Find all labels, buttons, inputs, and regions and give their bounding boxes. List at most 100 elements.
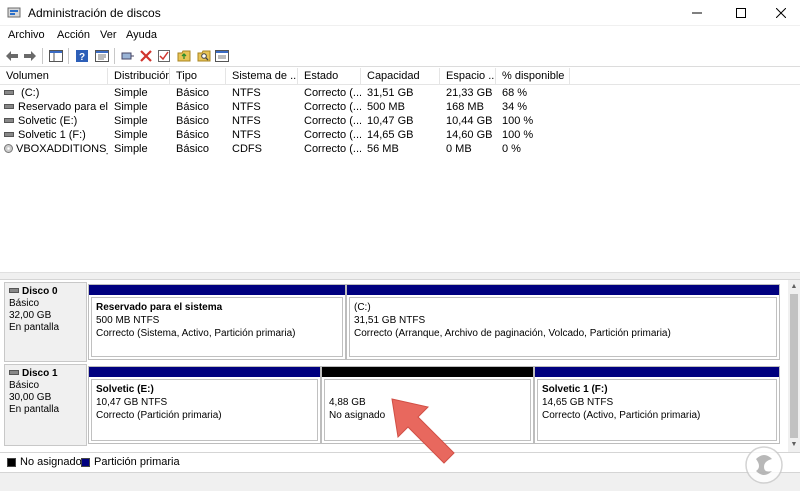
column-capacidad[interactable]: Capacidad <box>361 68 440 85</box>
partition-type-bar <box>347 285 779 295</box>
column-sistema-archivos[interactable]: Sistema de ... <box>226 68 298 85</box>
cd-drive-icon <box>4 144 13 153</box>
title-bar: Administración de discos <box>0 0 800 26</box>
disk-icon <box>9 288 19 293</box>
maximize-icon <box>736 8 746 18</box>
graph-scrollbar[interactable]: ▲ ▼ <box>788 280 800 452</box>
volume-type: Básico <box>176 129 210 141</box>
partition-status: Correcto (Partición primaria) <box>96 410 222 421</box>
disk-icon <box>9 370 19 375</box>
maximize-button[interactable] <box>724 0 758 26</box>
menu-ver[interactable]: Ver <box>100 29 117 41</box>
volume-layout: Simple <box>114 115 148 127</box>
partition-size: 500 MB NTFS <box>96 315 160 326</box>
volume-pct-free: 100 % <box>502 115 534 127</box>
help-button[interactable]: ? <box>74 48 90 64</box>
watermark-logo-icon <box>745 446 783 484</box>
column-volumen[interactable]: Volumen <box>0 68 108 85</box>
svg-text:?: ? <box>79 52 85 63</box>
console-tree-button[interactable] <box>48 48 64 64</box>
partition-e[interactable]: Solvetic (E:) 10,47 GB NTFS Correcto (Pa… <box>88 366 321 444</box>
column-distribucion[interactable]: Distribución <box>108 68 170 85</box>
volume-name: (C:) <box>18 87 40 99</box>
disk-type: Básico <box>9 298 40 309</box>
partition-c[interactable]: (C:) 31,51 GB NTFS Correcto (Arranque, A… <box>346 284 780 360</box>
properties-button[interactable] <box>94 48 110 64</box>
disk-name: Disco 0 <box>22 286 58 297</box>
volume-name: Solvetic 1 (F:) <box>18 129 86 141</box>
volume-type: Básico <box>176 115 210 127</box>
pane-splitter[interactable] <box>0 272 800 280</box>
back-icon <box>6 51 18 61</box>
folder-up-button[interactable] <box>176 48 192 64</box>
legend-swatch-primary <box>81 458 90 467</box>
close-icon <box>776 8 786 18</box>
export-list-button[interactable] <box>214 48 230 64</box>
volume-free: 14,60 GB <box>446 129 493 141</box>
partition-size: 31,51 GB NTFS <box>354 315 426 326</box>
partition-status: Correcto (Sistema, Activo, Partición pri… <box>96 328 296 339</box>
column-tipo[interactable]: Tipo <box>170 68 226 85</box>
legend-label-unallocated: No asignado <box>20 456 82 468</box>
volume-name: VBOXADDITIONS_... <box>16 143 108 155</box>
forward-button[interactable] <box>22 48 38 64</box>
volume-free: 10,44 GB <box>446 115 493 127</box>
volume-row[interactable]: (C:) Simple Básico NTFS Correcto (... 31… <box>0 86 800 100</box>
menu-archivo[interactable]: Archivo <box>8 29 45 41</box>
volume-name: Solvetic (E:) <box>18 115 78 127</box>
scrollbar-thumb[interactable] <box>790 294 798 438</box>
volume-type: Básico <box>176 101 210 113</box>
disk-0-label[interactable]: Disco 0 Básico 32,00 GB En pantalla <box>4 282 87 362</box>
volume-capacity: 10,47 GB <box>367 115 414 127</box>
partition-status: Correcto (Activo, Partición primaria) <box>542 410 701 421</box>
volume-status: Correcto (... <box>304 87 361 99</box>
volume-icon <box>4 132 14 137</box>
delete-button[interactable] <box>138 48 154 64</box>
delete-icon <box>140 50 152 62</box>
connect-icon <box>121 52 134 60</box>
volume-row[interactable]: Reservado para el ... Simple Básico NTFS… <box>0 100 800 114</box>
partition-title: Solvetic (E:) <box>96 384 154 395</box>
checklist-button[interactable] <box>156 48 172 64</box>
disk-state: En pantalla <box>9 404 60 415</box>
volume-capacity: 14,65 GB <box>367 129 414 141</box>
partition-size: 14,65 GB NTFS <box>542 397 614 408</box>
minimize-icon <box>692 12 702 14</box>
volume-free: 21,33 GB <box>446 87 493 99</box>
volume-row[interactable]: VBOXADDITIONS_... Simple Básico CDFS Cor… <box>0 142 800 156</box>
volume-free: 0 MB <box>446 143 472 155</box>
console-tree-icon <box>49 50 63 62</box>
legend-swatch-unallocated <box>7 458 16 467</box>
folder-up-icon <box>177 50 191 62</box>
search-folder-button[interactable] <box>196 48 212 64</box>
scroll-up-icon[interactable]: ▲ <box>788 280 800 294</box>
menu-ayuda[interactable]: Ayuda <box>126 29 157 41</box>
minimize-button[interactable] <box>680 0 714 26</box>
disk-size: 32,00 GB <box>9 310 52 321</box>
column-espacio-disponible[interactable]: Espacio ... <box>440 68 496 85</box>
volume-status: Correcto (... <box>304 115 361 127</box>
partition-type-bar <box>322 367 533 377</box>
export-list-icon <box>215 50 229 62</box>
window-title: Administración de discos <box>28 6 161 20</box>
volume-fs: NTFS <box>232 115 261 127</box>
volume-type: Básico <box>176 143 210 155</box>
volume-status: Correcto (... <box>304 101 361 113</box>
volume-row[interactable]: Solvetic (E:) Simple Básico NTFS Correct… <box>0 114 800 128</box>
partition-f[interactable]: Solvetic 1 (F:) 14,65 GB NTFS Correcto (… <box>534 366 780 444</box>
volume-row[interactable]: Solvetic 1 (F:) Simple Básico NTFS Corre… <box>0 128 800 142</box>
volume-capacity: 500 MB <box>367 101 405 113</box>
volume-fs: NTFS <box>232 87 261 99</box>
column-estado[interactable]: Estado <box>298 68 361 85</box>
partition-type-bar <box>89 285 345 295</box>
connect-button[interactable] <box>120 48 136 64</box>
partition-reserved[interactable]: Reservado para el sistema 500 MB NTFS Co… <box>88 284 346 360</box>
menu-accion[interactable]: Acción <box>57 29 90 41</box>
volume-list: Volumen Distribución Tipo Sistema de ...… <box>0 68 800 272</box>
volume-icon <box>4 118 14 123</box>
column-porcentaje-disponible[interactable]: % disponible <box>496 68 570 85</box>
disk-1-label[interactable]: Disco 1 Básico 30,00 GB En pantalla <box>4 364 87 446</box>
back-button[interactable] <box>4 48 20 64</box>
close-button[interactable] <box>764 0 798 26</box>
search-folder-icon <box>197 50 211 62</box>
